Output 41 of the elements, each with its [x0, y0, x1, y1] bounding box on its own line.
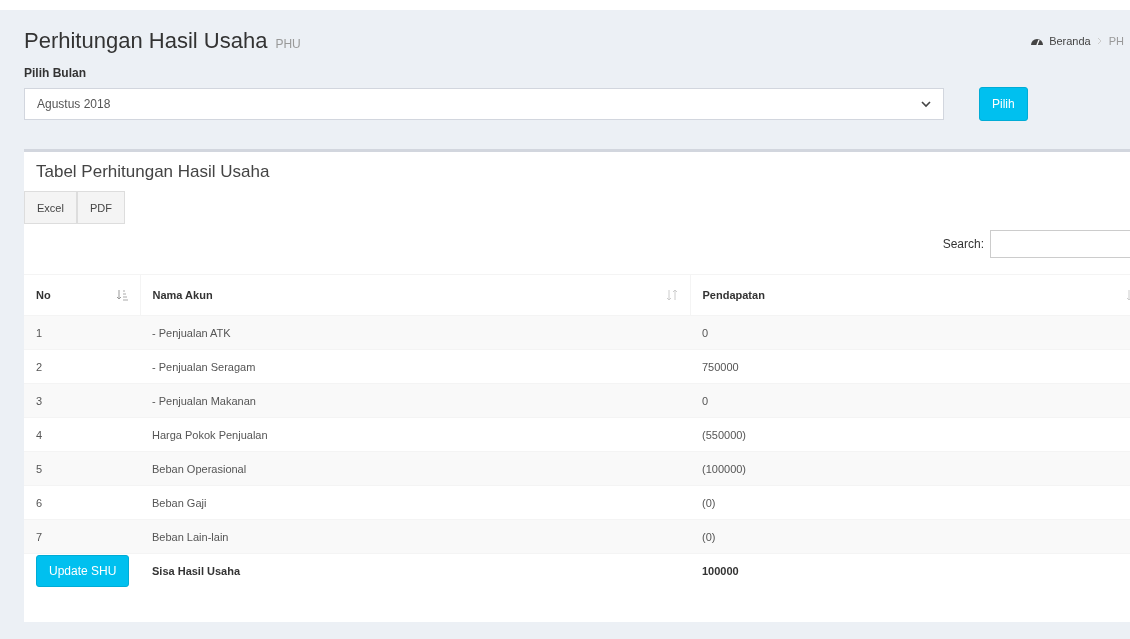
- table-cell: Sisa Hasil Usaha: [140, 553, 690, 587]
- chevron-down-icon: [921, 100, 931, 108]
- table-cell: 0: [690, 383, 1130, 418]
- separator-icon: [1096, 37, 1103, 45]
- table-cell: (0): [690, 519, 1130, 554]
- table-cell: (550000): [690, 417, 1130, 452]
- search-label: Search:: [942, 237, 984, 251]
- table-cell: 100000: [690, 553, 1130, 587]
- column-header[interactable]: Nama Akun: [140, 274, 690, 316]
- table-cell: Beban Operasional: [140, 451, 690, 486]
- month-select[interactable]: Agustus 2018: [24, 88, 944, 120]
- table-cell: - Penjualan ATK: [140, 315, 690, 350]
- card-title: Tabel Perhitungan Hasil Usaha: [35, 161, 271, 183]
- column-header[interactable]: Pendapatan: [690, 274, 1130, 316]
- table-cell: 3: [24, 383, 140, 418]
- table-cell: 0: [690, 315, 1130, 350]
- breadcrumb-link[interactable]: Beranda: [1049, 35, 1091, 47]
- column-header[interactable]: No: [24, 274, 140, 316]
- dashboard-icon: [1031, 36, 1044, 46]
- table-cell: 2: [24, 349, 140, 384]
- table-cell: Beban Gaji: [140, 485, 690, 520]
- table-cell: Harga Pokok Penjualan: [140, 417, 690, 452]
- field-label: Pilih Bulan: [24, 66, 87, 80]
- search-field[interactable]: [990, 230, 1130, 258]
- table-cell: (0): [690, 485, 1130, 520]
- table-cell: 750000: [690, 349, 1130, 384]
- page-subtitle: PHU: [275, 37, 301, 51]
- table-cell: 6: [24, 485, 140, 520]
- table-cell: (100000): [690, 451, 1130, 486]
- sort-ascending-icon[interactable]: [115, 289, 128, 301]
- sort-icon[interactable]: [665, 289, 678, 301]
- table-cell: 1: [24, 315, 140, 350]
- export-button[interactable]: Excel: [24, 191, 77, 224]
- table-cell: - Penjualan Makanan: [140, 383, 690, 418]
- table-cell: 4: [24, 417, 140, 452]
- table-cell: - Penjualan Seragam: [140, 349, 690, 384]
- table-cell: Beban Lain-lain: [140, 519, 690, 554]
- table-cell: 7: [24, 519, 140, 554]
- page-title: Perhitungan Hasil Usaha PHU: [24, 28, 301, 54]
- export-button[interactable]: PDF: [76, 191, 125, 224]
- table-cell: 5: [24, 451, 140, 486]
